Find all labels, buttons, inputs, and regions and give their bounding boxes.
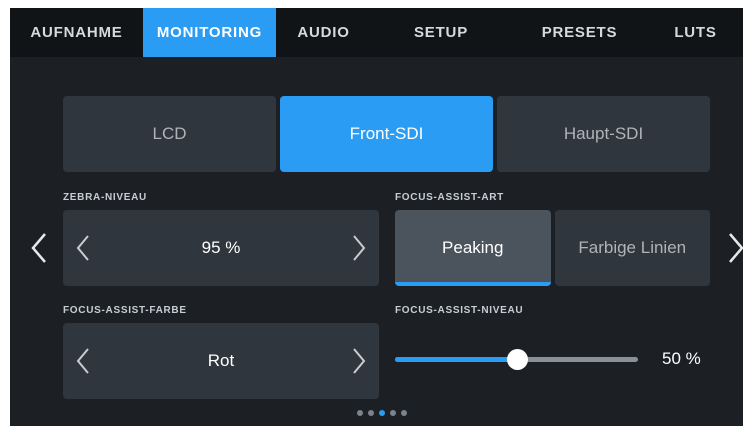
chevron-left-icon — [76, 235, 89, 261]
focus-assist-color-stepper: Rot — [63, 323, 379, 399]
page-dot[interactable] — [379, 410, 385, 416]
tab-monitoring[interactable]: MONITORING — [143, 8, 276, 57]
tab-setup[interactable]: SETUP — [371, 8, 511, 57]
output-haupt-sdi-button[interactable]: Haupt-SDI — [497, 96, 710, 172]
zebra-level-value: 95 % — [201, 238, 241, 257]
monitoring-screen: AUFNAHME MONITORING AUDIO SETUP PRESETS … — [10, 8, 743, 426]
tab-luts[interactable]: LUTS — [648, 8, 743, 57]
focus-assist-type-toggle: Peaking Farbige Linien — [395, 210, 710, 286]
focus-type-peaking-button[interactable]: Peaking — [395, 210, 551, 286]
chevron-right-icon — [353, 235, 366, 261]
output-selector: LCD Front-SDI Haupt-SDI — [63, 96, 710, 172]
zebra-level-label: ZEBRA-NIVEAU — [63, 192, 147, 203]
output-lcd-button[interactable]: LCD — [63, 96, 276, 172]
next-page-icon[interactable] — [727, 232, 743, 264]
focus-assist-level-label: FOCUS-ASSIST-NIVEAU — [395, 305, 524, 316]
page-dot[interactable] — [357, 410, 363, 416]
output-front-sdi-button[interactable]: Front-SDI — [280, 96, 493, 172]
focus-assist-color-value: Rot — [207, 351, 235, 370]
focus-assist-type-label: FOCUS-ASSIST-ART — [395, 192, 504, 203]
focus-type-colored-lines-button[interactable]: Farbige Linien — [554, 210, 710, 286]
chevron-left-icon — [76, 348, 89, 374]
zebra-level-stepper: 95 % — [63, 210, 379, 286]
chevron-right-icon — [353, 348, 366, 374]
focus-assist-color-label: FOCUS-ASSIST-FARBE — [63, 305, 187, 316]
focus-assist-level-slider[interactable] — [395, 349, 638, 370]
tab-aufnahme[interactable]: AUFNAHME — [10, 8, 143, 57]
focus-assist-level-value: 50 % — [662, 349, 701, 368]
tab-audio[interactable]: AUDIO — [276, 8, 371, 57]
page-dot[interactable] — [390, 410, 396, 416]
zebra-decrease-button[interactable] — [63, 210, 103, 286]
zebra-increase-button[interactable] — [339, 210, 379, 286]
tab-bar: AUFNAHME MONITORING AUDIO SETUP PRESETS … — [10, 8, 743, 57]
slider-thumb[interactable] — [506, 349, 528, 370]
slider-fill — [395, 357, 517, 362]
focus-color-previous-button[interactable] — [63, 323, 103, 399]
tab-presets[interactable]: PRESETS — [511, 8, 648, 57]
page-dot[interactable] — [368, 410, 374, 416]
page-dot[interactable] — [401, 410, 407, 416]
previous-page-icon[interactable] — [30, 232, 48, 264]
focus-color-next-button[interactable] — [339, 323, 379, 399]
page-indicator — [357, 410, 407, 416]
